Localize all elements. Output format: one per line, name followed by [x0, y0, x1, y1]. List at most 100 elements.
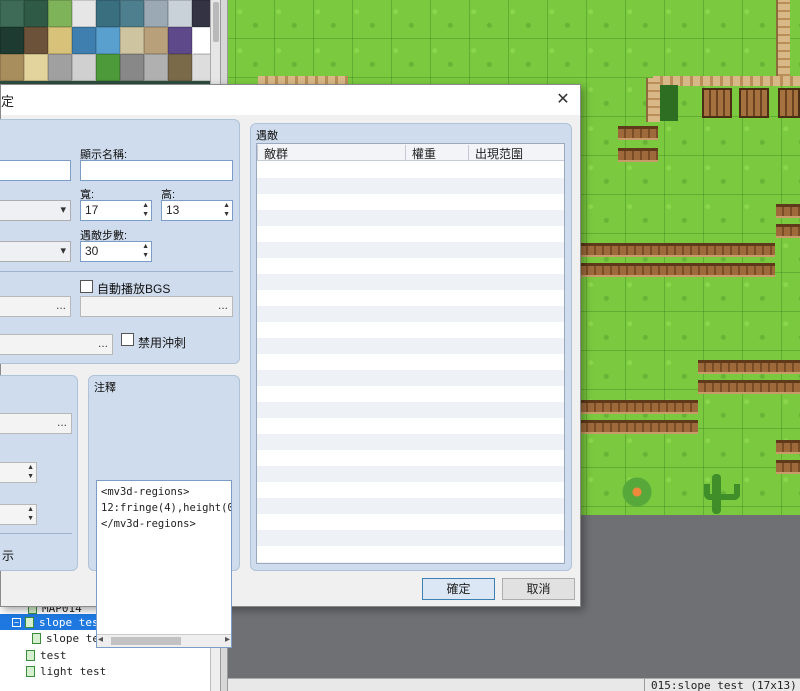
tile-swatch[interactable]	[120, 0, 144, 27]
tree-item-label: light test	[40, 664, 107, 678]
disable-dash-checkbox[interactable]	[121, 333, 134, 346]
autoplay-bgs-checkbox[interactable]	[80, 280, 93, 293]
cactus	[702, 474, 740, 514]
ok-button[interactable]: 確定	[422, 578, 495, 600]
spin-arrows-icon[interactable]: ▲ ▼	[142, 201, 149, 219]
spin-arrows-icon[interactable]: ▲ ▼	[223, 201, 230, 219]
encounter-steps-stepper[interactable]: 30 ▲ ▼	[80, 241, 152, 262]
column-troop[interactable]: 敵群	[257, 145, 405, 161]
tileset-select[interactable]	[0, 200, 71, 221]
column-weight[interactable]: 權重	[405, 145, 468, 161]
tileset-scrollbar[interactable]	[210, 0, 220, 84]
tile-swatch[interactable]	[96, 54, 120, 81]
parallax-scroll-y-stepper[interactable]: ▲ ▼	[0, 504, 37, 525]
tile-swatch[interactable]	[120, 54, 144, 81]
tile-swatch[interactable]	[24, 27, 48, 54]
encounters-label: 遇敵	[256, 130, 278, 142]
browse-icon[interactable]: ...	[218, 298, 228, 312]
width-stepper[interactable]: 17 ▲ ▼	[80, 200, 152, 221]
battleback-field[interactable]: ...	[0, 334, 113, 355]
tree-item[interactable]: light test	[0, 663, 210, 679]
height-value: 13	[166, 203, 180, 217]
dialog-titlebar[interactable]: 定 ✕	[1, 85, 580, 115]
tileset-palette[interactable]	[0, 0, 218, 84]
note-line: 12:fringe(4),height(0.5	[101, 502, 232, 514]
scrollbar-thumb[interactable]	[111, 637, 181, 645]
tile-swatch[interactable]	[48, 27, 72, 54]
note-line: </mv3d-regions>	[101, 518, 196, 530]
map-icon	[26, 649, 35, 661]
notes-textarea[interactable]: <mv3d-regions> 12:fringe(4),height(0.5 </m…	[96, 480, 232, 648]
cancel-button[interactable]: 取消	[502, 578, 575, 600]
dirt-ridge	[776, 204, 800, 218]
name-field[interactable]	[0, 160, 71, 181]
encounter-table-header: 敵群 權重 出現范圍	[257, 144, 564, 161]
close-button[interactable]: ✕	[549, 89, 577, 111]
scroll-type-select[interactable]	[0, 241, 71, 262]
bgs-field[interactable]: ...	[80, 296, 233, 317]
dirt-ridge	[776, 224, 800, 238]
browse-icon[interactable]: ...	[56, 298, 66, 312]
cliff-edge	[646, 78, 660, 122]
tile-swatch[interactable]	[0, 0, 24, 27]
dirt-ridge	[776, 460, 800, 474]
tile-swatch[interactable]	[144, 27, 168, 54]
dirt-ridge	[580, 263, 775, 277]
map-icon	[32, 632, 41, 644]
dirt-ridge	[580, 400, 698, 414]
dirt-ridge	[776, 440, 800, 454]
status-map-info: 015:slope test (17x13)	[644, 679, 797, 691]
dirt-ridge	[618, 148, 658, 162]
tile-swatch[interactable]	[0, 54, 24, 81]
tile-swatch[interactable]	[168, 0, 192, 27]
autoplay-bgs-label: 自動播放BGS	[97, 282, 171, 296]
tile-swatch[interactable]	[72, 27, 96, 54]
spin-arrows-icon[interactable]: ▲ ▼	[27, 463, 34, 481]
tile-swatch[interactable]	[24, 0, 48, 27]
dirt-ridge	[580, 243, 775, 257]
parallax-scroll-x-stepper[interactable]: ▲ ▼	[0, 462, 37, 483]
parallax-field[interactable]: ...	[0, 413, 72, 434]
tile-swatch[interactable]	[72, 0, 96, 27]
tile-swatch[interactable]	[24, 54, 48, 81]
tile-swatch[interactable]	[72, 54, 96, 81]
tile-swatch[interactable]	[96, 27, 120, 54]
collapse-icon[interactable]: −	[12, 617, 21, 627]
note-line: <mv3d-regions>	[101, 486, 190, 498]
tile-swatch[interactable]	[144, 0, 168, 27]
tile-swatch[interactable]	[0, 27, 24, 54]
tile-swatch[interactable]	[168, 27, 192, 54]
encounter-table[interactable]: 敵群 權重 出現范圍	[256, 143, 565, 564]
dirt-ridge	[618, 126, 658, 140]
dirt-ridge	[698, 360, 800, 374]
bgm-field[interactable]: ...	[0, 296, 71, 317]
dark-tile	[660, 85, 678, 121]
tile-swatch[interactable]	[48, 54, 72, 81]
display-name-field[interactable]	[80, 160, 233, 181]
encounter-steps-value: 30	[85, 244, 99, 258]
wooden-crate	[778, 88, 800, 118]
wooden-crate	[739, 88, 769, 118]
tile-swatch[interactable]	[48, 0, 72, 27]
separator	[0, 533, 72, 534]
tree-item[interactable]: test	[0, 647, 210, 663]
flower-bush	[622, 477, 652, 507]
browse-icon[interactable]: ...	[57, 415, 67, 429]
notes-label: 注釋	[94, 382, 116, 394]
height-stepper[interactable]: 13 ▲ ▼	[161, 200, 233, 221]
cliff-edge	[776, 0, 790, 82]
spin-arrows-icon[interactable]: ▲ ▼	[142, 242, 149, 260]
dirt-ridge	[698, 380, 800, 394]
tile-swatch[interactable]	[168, 54, 192, 81]
disable-dash-label: 禁用沖刺	[138, 336, 187, 350]
spin-arrows-icon[interactable]: ▲ ▼	[27, 505, 34, 523]
tile-swatch[interactable]	[120, 27, 144, 54]
tile-swatch[interactable]	[96, 0, 120, 27]
dirt-ridge	[580, 420, 698, 434]
notes-horizontal-scrollbar[interactable]	[97, 634, 231, 647]
browse-icon[interactable]: ...	[98, 336, 108, 350]
tile-swatch[interactable]	[144, 54, 168, 81]
parallax-group: ... ▲ ▼ ▲ ▼ 示	[0, 375, 78, 571]
column-range[interactable]: 出現范圍	[468, 145, 554, 161]
map-icon	[25, 616, 34, 628]
